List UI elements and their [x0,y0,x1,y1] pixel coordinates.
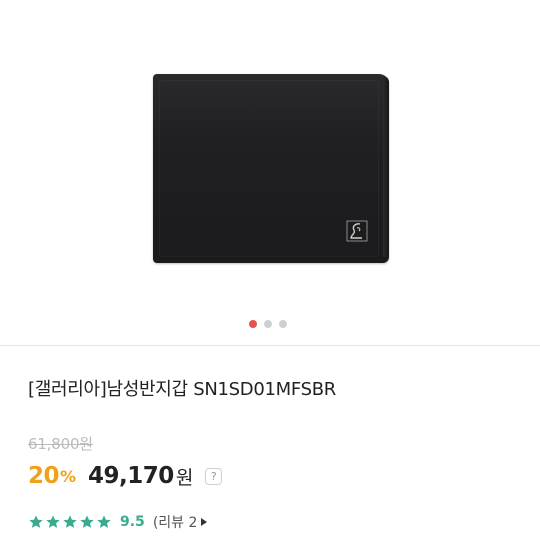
rating-value: 9.5 [120,514,145,530]
carousel-dot[interactable] [264,320,272,328]
product-image[interactable] [153,74,389,263]
carousel-dot[interactable] [279,320,287,328]
discount-rate: 20 [28,463,60,489]
brand-logo-icon [346,220,368,242]
star-icon [80,515,94,528]
currency-label: 원 [175,466,194,489]
section-divider [0,345,540,346]
play-arrow-icon[interactable] [200,517,208,527]
review-count-link[interactable]: (리뷰 2 [153,512,198,532]
discount-percent-sign: % [60,466,77,486]
price-row: 20 % 49,170 원 ? [28,460,223,492]
star-icon [46,515,60,528]
carousel-dot[interactable] [249,320,257,328]
original-price: 61,800원 [28,435,93,453]
star-icon [97,515,111,528]
carousel-indicator [249,320,287,328]
product-image-gallery[interactable] [0,0,540,345]
product-title: [갤러리아]남성반지갑 SN1SD01MFSBR [28,379,336,400]
rating-stars [28,514,112,530]
star-icon [29,515,43,528]
sale-price: 49,170 [88,463,174,489]
price-help-button[interactable]: ? [205,467,223,485]
star-icon [63,515,77,528]
rating-row[interactable]: 9.5 (리뷰 2 [28,512,208,532]
